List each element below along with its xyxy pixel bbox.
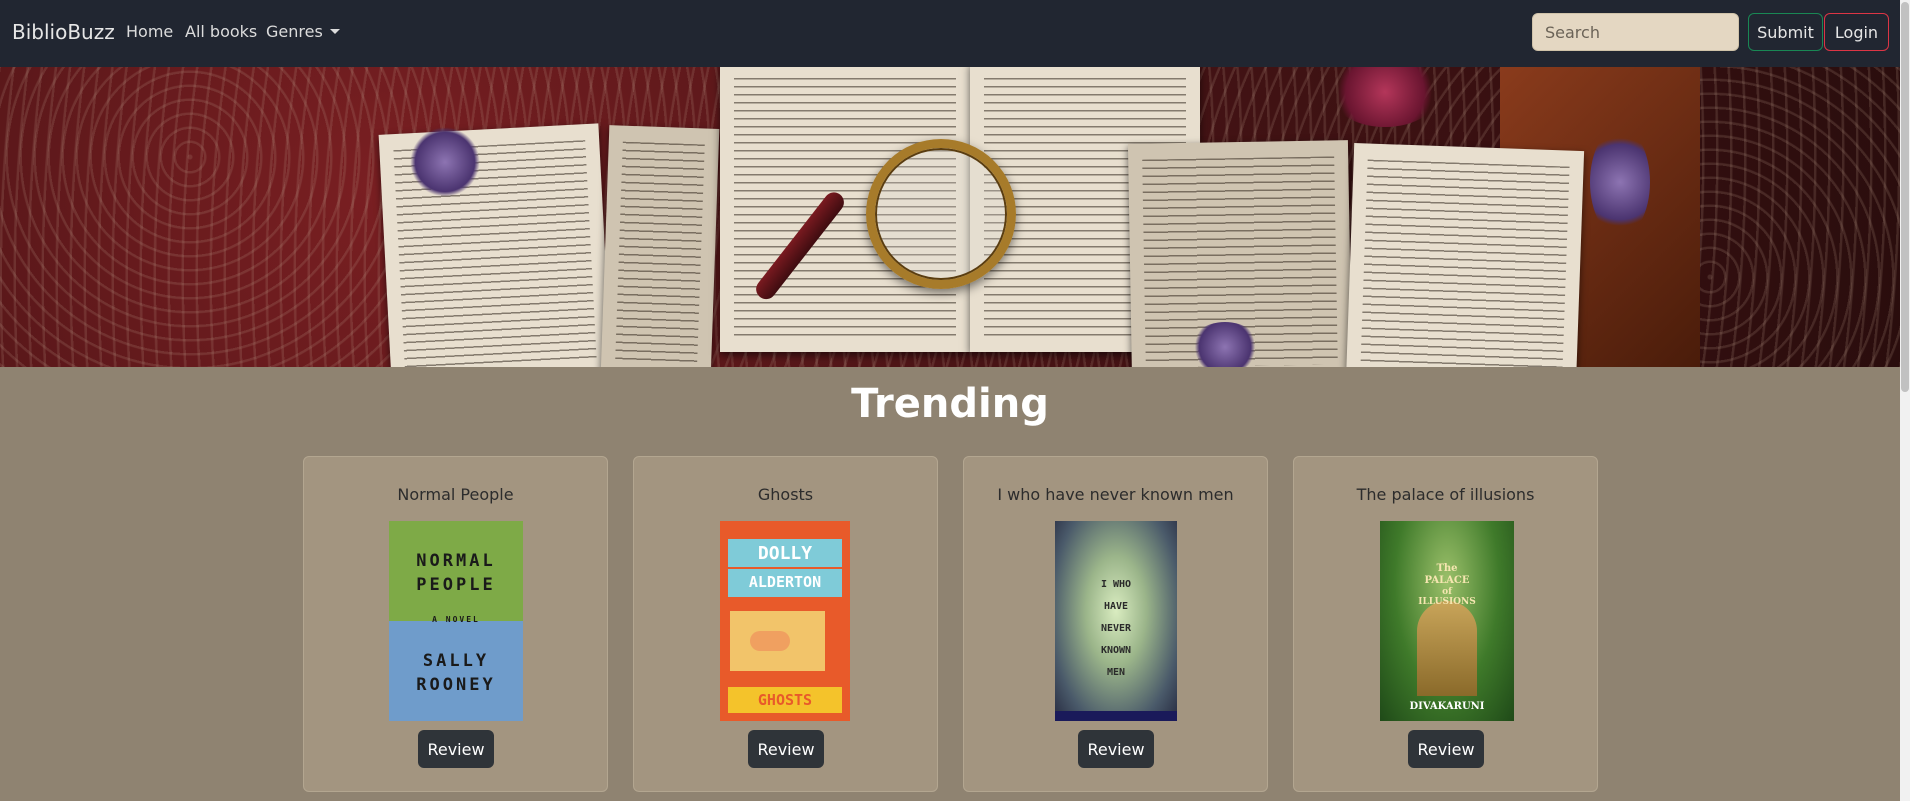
review-button[interactable]: Review xyxy=(1408,730,1484,768)
cover-text: MEN xyxy=(1106,667,1126,678)
book-cover-image[interactable]: DOLLY ALDERTON GHOSTS xyxy=(720,521,850,721)
book-title: The palace of illusions xyxy=(1356,485,1535,504)
cover-text: HAVE xyxy=(1103,601,1129,612)
book-card: I who have never known men I WHO HAVE NE… xyxy=(963,456,1268,792)
review-button[interactable]: Review xyxy=(748,730,824,768)
lavender-flower xyxy=(1190,322,1260,367)
book-card: The palace of illusions The PALACE of IL… xyxy=(1293,456,1598,792)
magnifying-glass xyxy=(866,139,1016,289)
lavender-flower xyxy=(1590,127,1650,237)
book-page xyxy=(1345,143,1585,367)
book-cover-image[interactable]: NORMAL PEOPLE A NOVEL SALLY ROONEY xyxy=(389,521,523,721)
brand-link[interactable]: BiblioBuzz xyxy=(12,20,115,44)
navbar: BiblioBuzz Home All books Genres Submit … xyxy=(0,0,1910,67)
book-page xyxy=(600,125,720,367)
cover-text: ILLUSIONS xyxy=(1418,597,1476,607)
review-button[interactable]: Review xyxy=(1078,730,1154,768)
nav-home-link[interactable]: Home xyxy=(126,22,173,41)
cover-text: PEOPLE xyxy=(416,575,496,595)
book-title: I who have never known men xyxy=(997,485,1234,504)
lavender-flower xyxy=(410,127,480,197)
cover-text: The xyxy=(1436,563,1458,574)
book-title: Ghosts xyxy=(757,485,814,504)
cover-text: of xyxy=(1442,587,1452,597)
cover-text: DIVAKARUNI xyxy=(1409,701,1485,712)
book-card: Ghosts DOLLY ALDERTON GHOSTS Review xyxy=(633,456,938,792)
cover-text: KNOWN xyxy=(1100,645,1132,656)
cover-text: NORMAL xyxy=(416,551,496,571)
cover-text: I WHO xyxy=(1100,579,1132,590)
review-button[interactable]: Review xyxy=(418,730,494,768)
caret-down-icon xyxy=(329,29,340,34)
cover-text: A NOVEL xyxy=(432,615,480,624)
cover-text: DOLLY xyxy=(757,543,813,564)
scrollbar-thumb[interactable] xyxy=(1901,2,1909,392)
vertical-scrollbar[interactable] xyxy=(1900,0,1910,801)
cover-text: ROONEY xyxy=(416,675,496,695)
nav-all-books-link[interactable]: All books xyxy=(185,22,257,41)
trending-heading: Trending xyxy=(851,381,1049,427)
hero-banner-image xyxy=(0,67,1900,367)
cover-text: NEVER xyxy=(1100,623,1132,634)
search-input[interactable] xyxy=(1532,13,1739,51)
login-button[interactable]: Login xyxy=(1824,13,1889,51)
cover-text: SALLY xyxy=(422,651,490,671)
cover-text: GHOSTS xyxy=(757,691,813,709)
nav-genres-dropdown[interactable]: Genres xyxy=(266,22,340,41)
cover-text: PALACE xyxy=(1424,575,1470,586)
book-cover-image[interactable]: The PALACE of ILLUSIONS DIVAKARUNI xyxy=(1380,521,1514,721)
book-cover-image[interactable]: I WHO HAVE NEVER KNOWN MEN xyxy=(1055,521,1177,721)
cover-text: ALDERTON xyxy=(748,573,822,591)
submit-button[interactable]: Submit xyxy=(1748,13,1823,51)
book-title: Normal People xyxy=(397,485,514,504)
book-card: Normal People NORMAL PEOPLE A NOVEL SALL… xyxy=(303,456,608,792)
nav-genres-label: Genres xyxy=(266,22,323,41)
